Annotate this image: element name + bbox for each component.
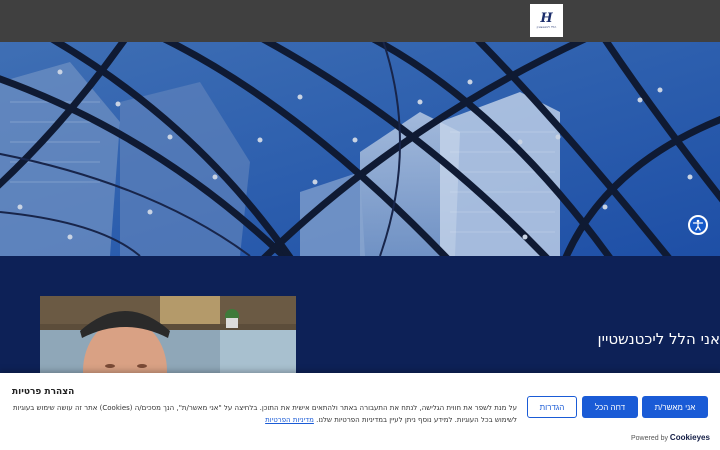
logo-caption: הלל ליכטנשטיין [536,25,557,29]
glass-roof-illustration [0,42,720,256]
site-logo[interactable]: H הלל ליכטנשטיין [530,4,563,37]
cookie-banner-title: הצהרת פרטיות [12,387,75,397]
cookie-reject-all-button[interactable]: דחה הכל [582,396,638,418]
cookie-text-line1: על מנת לשפר את חווית הגלישה, לנתח את התע… [13,404,517,412]
accessibility-button[interactable] [688,215,708,235]
cookie-settings-button[interactable]: הגדרות [527,396,577,418]
top-header-bar: H הלל ליכטנשטיין [0,0,720,42]
cookie-text-line2: לשימוש בכל העוגיות. למידע נוסף ניתן לעיי… [316,416,517,424]
page-title: אני הלל ליכטנשטיין [597,330,720,348]
cookie-text-line2-wrap: לשימוש בכל העוגיות. למידע נוסף ניתן לעיי… [12,414,517,426]
privacy-policy-link[interactable]: מדיניות הפרטיות [265,416,314,424]
powered-by-cookieyes[interactable]: Powered by Cookieyes [631,433,710,442]
logo-mark: H [540,11,553,26]
cookie-accept-button[interactable]: אני מאשר/ת [642,396,708,418]
cookieyes-brand: Cookieyes [669,433,710,442]
accessibility-icon [692,219,704,231]
cookie-banner-text: על מנת לשפר את חווית הגלישה, לנתח את התע… [12,402,517,426]
powered-by-label: Powered by [631,435,668,442]
hero-banner-image [0,42,720,256]
